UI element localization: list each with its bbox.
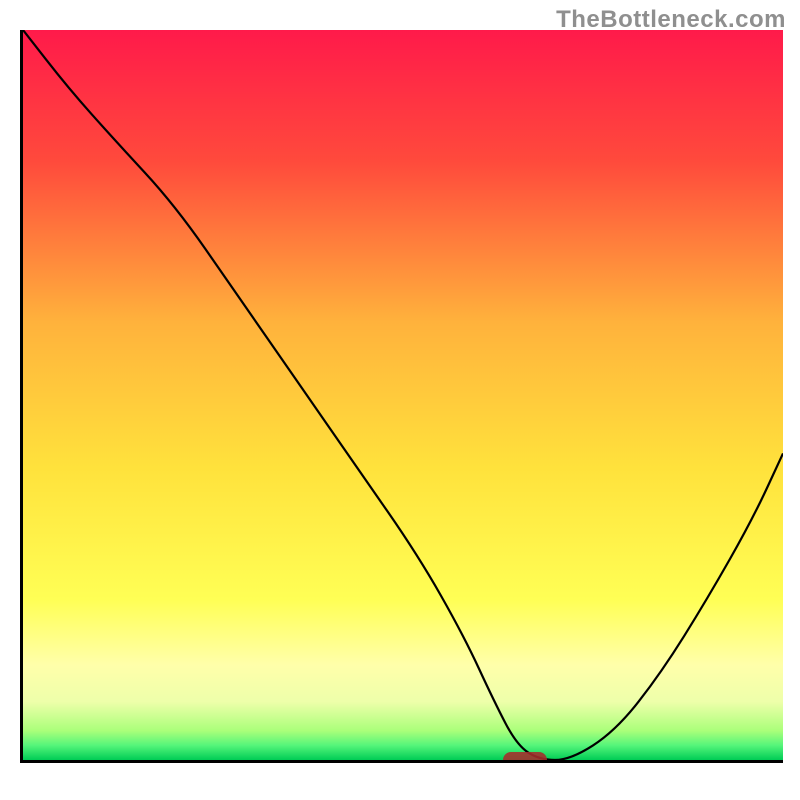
optimal-marker [503, 752, 547, 763]
plot-area [20, 30, 783, 763]
background-gradient [23, 30, 783, 760]
